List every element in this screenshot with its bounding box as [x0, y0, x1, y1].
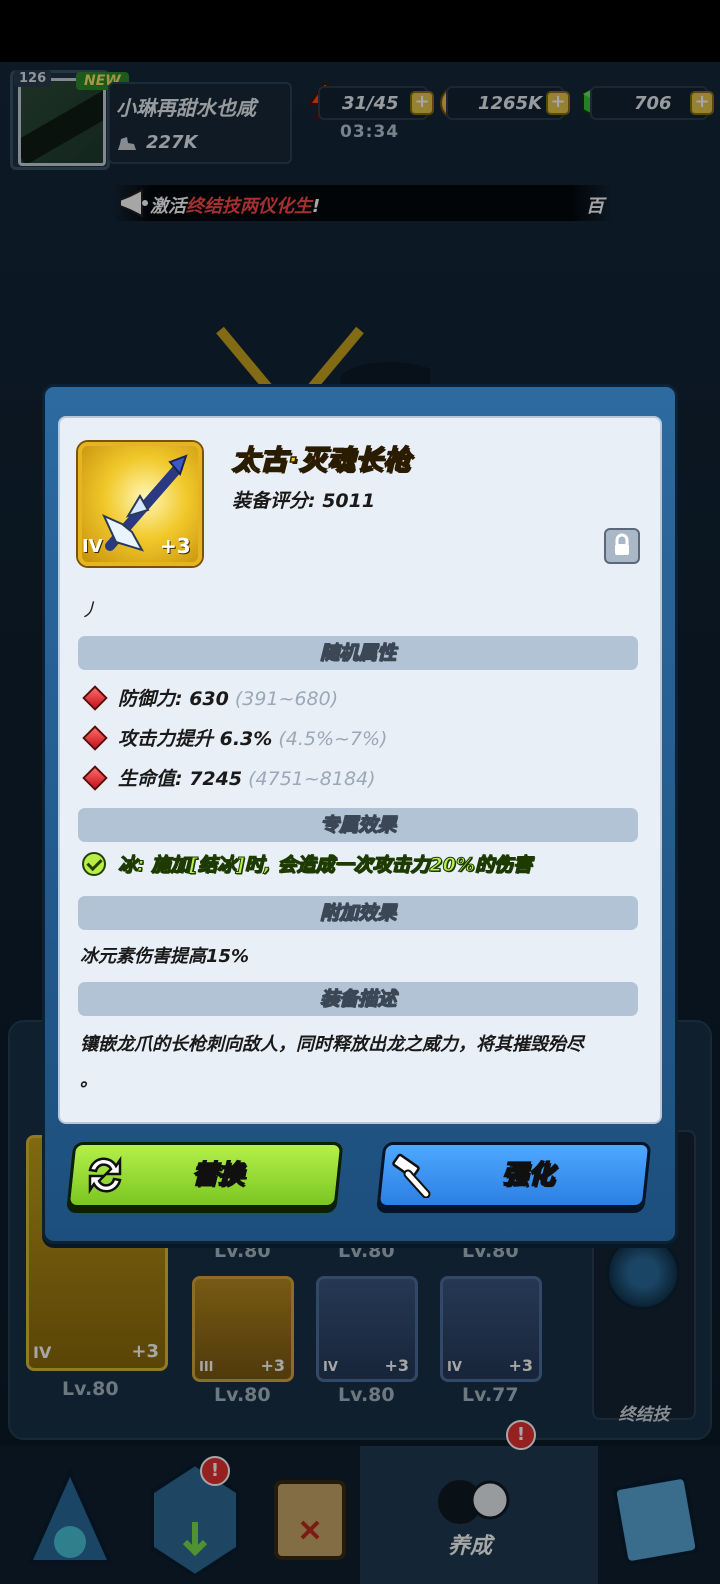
section-extra: 附加效果	[78, 896, 638, 930]
ruby-icon	[82, 685, 108, 711]
section-description: 装备描述	[78, 982, 638, 1016]
attribute-row: 防御力: 630 (391~680)	[82, 684, 338, 711]
ruby-icon	[82, 765, 108, 791]
enhance-label[interactable]: 强化	[501, 1154, 555, 1191]
item-name: 太古·灭魂长枪	[231, 444, 412, 477]
extra-effect: 冰元素伤害提高15%	[80, 946, 250, 967]
swap-icon	[88, 1155, 122, 1195]
replace-label[interactable]: 替换	[191, 1154, 245, 1191]
attribute-row: 攻击力提升 6.3% (4.5%~7%)	[82, 724, 387, 751]
stray-text: 丿	[80, 600, 98, 621]
lock-button[interactable]	[604, 528, 640, 564]
check-icon	[82, 852, 106, 876]
item-tier: IV	[82, 536, 103, 557]
ruby-icon	[82, 725, 108, 751]
section-exclusive: 专属效果	[78, 808, 638, 842]
section-random-attrs: 随机属性	[78, 636, 638, 670]
description-line: 。	[80, 1070, 98, 1091]
hammer-icon	[392, 1153, 431, 1198]
lock-icon	[615, 533, 629, 555]
attribute-row: 生命值: 7245 (4751~8184)	[82, 764, 376, 791]
status-bar	[0, 0, 720, 62]
exclusive-effect: 冰: 施加[结冰]时, 会造成一次攻击力20%的伤害	[82, 850, 532, 877]
item-score: 装备评分: 5011	[232, 490, 376, 512]
description-line: 镶嵌龙爪的长枪刺向敌人，同时释放出龙之威力，将其摧毁殆尽	[80, 1034, 584, 1055]
item-plus: +3	[160, 534, 191, 558]
